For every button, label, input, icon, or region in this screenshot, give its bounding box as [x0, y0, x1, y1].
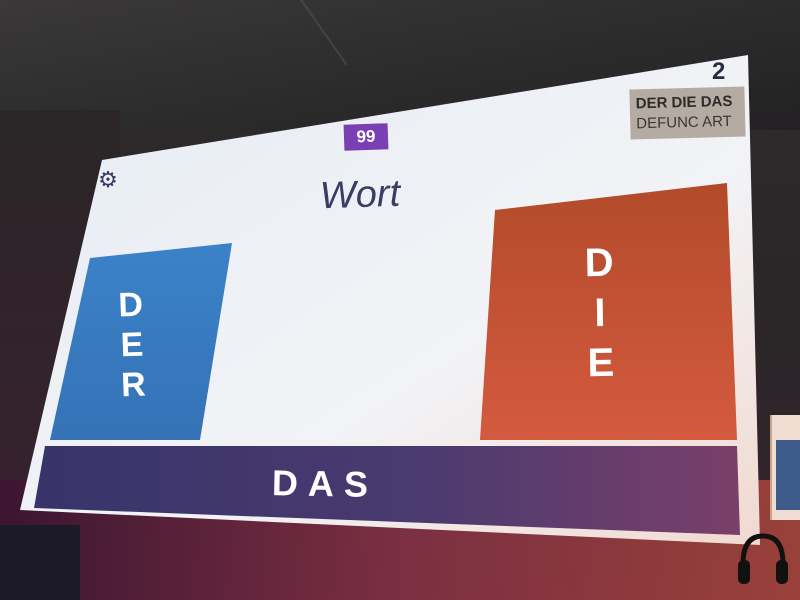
- score-badge: 99: [343, 123, 389, 151]
- logo-title: DER DIE DAS: [635, 92, 733, 113]
- game-logo: DER DIE DAS DEFUNC ART: [629, 86, 746, 140]
- headphones-icon: [738, 533, 788, 584]
- left-device: [0, 525, 80, 600]
- logo-subtitle: DEFUNC ART: [636, 112, 733, 133]
- side-device-panel: [776, 440, 800, 510]
- corner-number: 2: [712, 58, 726, 85]
- die-text: DIE: [584, 240, 615, 386]
- current-word: Wort: [319, 172, 401, 218]
- der-label: DER: [110, 284, 154, 405]
- das-label: DAS: [271, 462, 379, 505]
- der-text: DER: [117, 285, 147, 405]
- die-label: DIE: [577, 238, 624, 389]
- gear-icon[interactable]: ⚙: [97, 170, 119, 192]
